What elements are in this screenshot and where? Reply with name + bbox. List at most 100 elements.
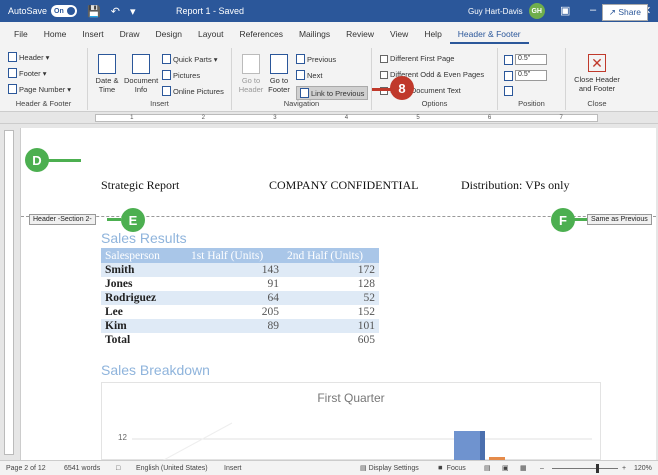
autosave[interactable]: AutoSave On: [8, 5, 78, 17]
table-row[interactable]: Rodriguez 64 52: [101, 291, 379, 305]
zoom-slider[interactable]: [552, 468, 618, 469]
tab-insert[interactable]: Insert: [74, 29, 111, 44]
user-account[interactable]: Guy Hart-Davis GH: [468, 3, 545, 19]
header-right-text[interactable]: Distribution: VPs only: [461, 178, 569, 193]
section-title-sales-breakdown[interactable]: Sales Breakdown: [101, 362, 210, 378]
table-cell-value[interactable]: 128: [283, 277, 379, 291]
chart-area[interactable]: First Quarter 12: [101, 382, 601, 461]
display-settings-button[interactable]: ▤ Display Settings: [360, 464, 419, 472]
table-cell-value[interactable]: 64: [187, 291, 283, 305]
previous-button[interactable]: Previous: [296, 54, 336, 64]
table-row[interactable]: Lee 205 152: [101, 305, 379, 319]
table-row[interactable]: Smith 143 172: [101, 263, 379, 277]
table-cell-name[interactable]: Lee: [101, 305, 187, 319]
zoom-out-icon[interactable]: –: [540, 465, 544, 472]
language-indicator[interactable]: English (United States): [136, 465, 208, 472]
table-cell-name[interactable]: Smith: [101, 263, 187, 277]
tab-review[interactable]: Review: [338, 29, 382, 44]
table-header-row: Salesperson 1st Half (Units) 2nd Half (U…: [101, 248, 379, 263]
sales-table[interactable]: Salesperson 1st Half (Units) 2nd Half (U…: [101, 248, 379, 347]
word-count[interactable]: 6541 words: [64, 465, 100, 472]
table-row[interactable]: Kim 89 101: [101, 319, 379, 333]
page-number-button[interactable]: Page Number ▾: [8, 84, 71, 94]
footer-position-field[interactable]: 0.5": [504, 70, 547, 81]
insert-alignment-tab-button[interactable]: [504, 86, 513, 96]
zoom-slider-thumb[interactable]: [596, 464, 599, 473]
different-first-page-checkbox[interactable]: Different First Page: [380, 54, 454, 63]
focus-button[interactable]: ◾ Focus: [436, 464, 466, 472]
table-cell-value[interactable]: 172: [283, 263, 379, 277]
tab-draw[interactable]: Draw: [112, 29, 148, 44]
zoom-level[interactable]: 120%: [634, 465, 652, 472]
section-title-sales-results[interactable]: Sales Results: [101, 230, 187, 246]
footer-button[interactable]: Footer ▾: [8, 68, 46, 78]
table-cell-value[interactable]: 605: [283, 333, 379, 347]
table-cell-name[interactable]: Total: [101, 333, 187, 347]
minimize-icon[interactable]: –: [590, 4, 596, 16]
tab-help[interactable]: Help: [416, 29, 449, 44]
vertical-ruler[interactable]: [4, 130, 14, 455]
quick-parts-button[interactable]: Quick Parts ▾: [162, 54, 218, 64]
header-position-value[interactable]: 0.5": [515, 54, 547, 65]
save-icon[interactable]: 💾: [87, 5, 101, 18]
header-position-field[interactable]: 0.5": [504, 54, 547, 65]
table-cell-name[interactable]: Kim: [101, 319, 187, 333]
ribbon-display-icon[interactable]: ▣: [560, 4, 570, 17]
go-to-footer-label: Go to Footer: [268, 76, 290, 94]
footer-position-value[interactable]: 0.5": [515, 70, 547, 81]
online-pictures-button[interactable]: Online Pictures: [162, 86, 224, 96]
table-row[interactable]: Total 605: [101, 333, 379, 347]
horizontal-ruler[interactable]: 1234567: [0, 112, 658, 124]
tab-references[interactable]: References: [232, 29, 291, 44]
document-info-button[interactable]: Document Info: [124, 54, 158, 94]
go-to-footer-button[interactable]: Go to Footer: [266, 54, 292, 94]
undo-icon[interactable]: ↶: [111, 5, 120, 18]
pictures-button[interactable]: Pictures: [162, 70, 200, 80]
next-button[interactable]: Next: [296, 70, 322, 80]
customize-qat-icon[interactable]: ▾: [130, 5, 136, 18]
header-center-text[interactable]: COMPANY CONFIDENTIAL: [269, 178, 418, 193]
table-row[interactable]: Jones 91 128: [101, 277, 379, 291]
header-button[interactable]: Header ▾: [8, 52, 49, 62]
header-left-text[interactable]: Strategic Report: [101, 178, 179, 193]
ruler-scale: 1234567: [95, 114, 598, 122]
document-page[interactable]: D Strategic Report COMPANY CONFIDENTIAL …: [20, 128, 656, 461]
page-count[interactable]: Page 2 of 12: [6, 465, 46, 472]
table-cell-value[interactable]: 152: [283, 305, 379, 319]
table-cell-name[interactable]: Rodriguez: [101, 291, 187, 305]
link-to-previous-button[interactable]: Link to Previous: [296, 86, 369, 100]
tab-layout[interactable]: Layout: [190, 29, 232, 44]
header-icon: [8, 52, 17, 62]
zoom-in-icon[interactable]: +: [622, 465, 626, 472]
date-time-button[interactable]: Date & Time: [92, 54, 122, 94]
tab-header-footer[interactable]: Header & Footer: [449, 29, 529, 44]
table-cell-value[interactable]: 91: [187, 277, 283, 291]
share-button[interactable]: ↗ Share: [601, 4, 648, 21]
tab-file[interactable]: File: [6, 29, 36, 44]
go-to-header-button[interactable]: Go to Header: [238, 54, 264, 94]
group-navigation: Go to Header Go to Footer Previous Next …: [232, 48, 372, 110]
chart-bar: [454, 431, 480, 461]
previous-icon: [296, 54, 305, 64]
tab-mailings[interactable]: Mailings: [291, 29, 338, 44]
avatar: GH: [528, 3, 545, 19]
tab-design[interactable]: Design: [148, 29, 190, 44]
table-cell-name[interactable]: Jones: [101, 277, 187, 291]
autosave-toggle[interactable]: On: [51, 5, 78, 17]
close-header-footer-button[interactable]: ✕ Close Header and Footer: [568, 54, 626, 93]
callout-d-arrow: [47, 159, 81, 162]
table-cell-value[interactable]: 143: [187, 263, 283, 277]
table-cell-value[interactable]: 89: [187, 319, 283, 333]
tab-home[interactable]: Home: [36, 29, 75, 44]
insert-mode[interactable]: Insert: [224, 465, 242, 472]
ribbon: Header ▾ Footer ▾ Page Number ▾ Header & Fo…: [0, 44, 658, 112]
table-cell-value[interactable]: [187, 333, 283, 347]
print-layout-icon[interactable]: ▣: [502, 464, 509, 472]
tab-view[interactable]: View: [382, 29, 416, 44]
table-cell-value[interactable]: 101: [283, 319, 379, 333]
table-cell-value[interactable]: 52: [283, 291, 379, 305]
proofing-icon[interactable]: □: [116, 465, 120, 472]
web-layout-icon[interactable]: ▦: [520, 464, 527, 472]
table-cell-value[interactable]: 205: [187, 305, 283, 319]
read-mode-icon[interactable]: ▤: [484, 464, 491, 472]
